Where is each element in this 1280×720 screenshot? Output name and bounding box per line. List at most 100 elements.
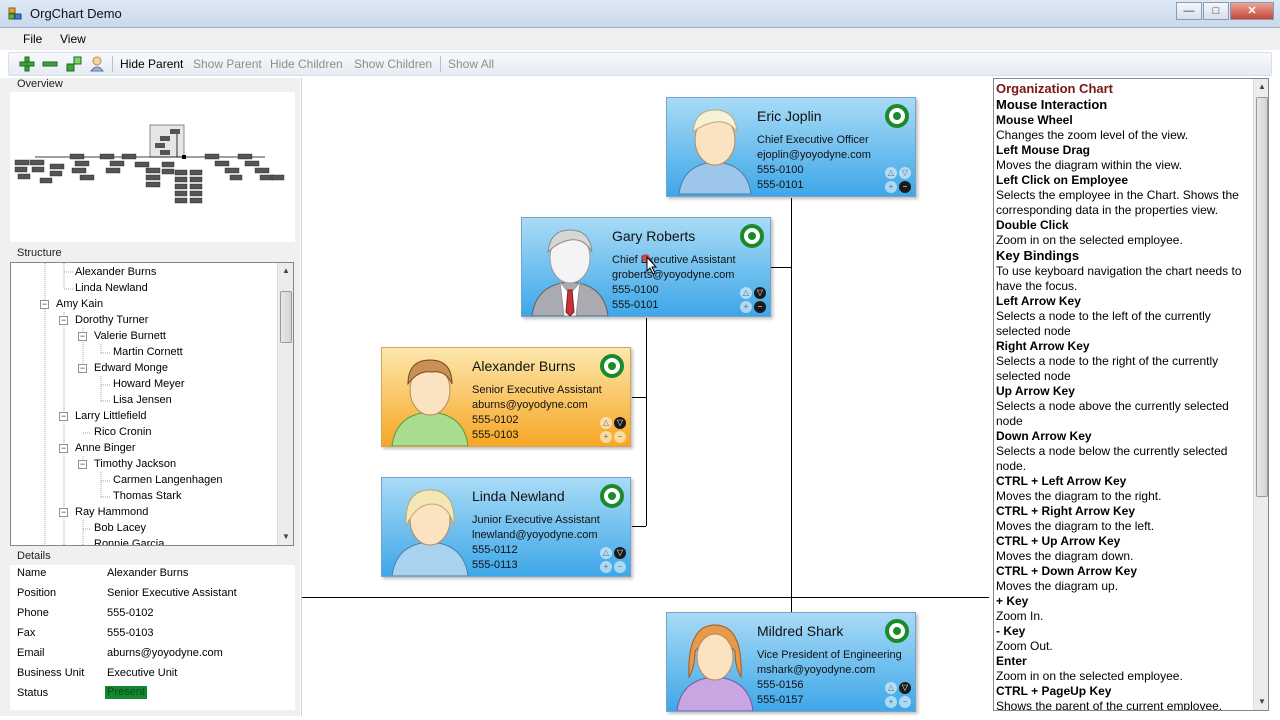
employee-card[interactable]: Linda Newland Junior Executive Assistant… [381, 477, 631, 577]
collapse-node-icon[interactable]: − [899, 181, 911, 193]
expand-node-icon[interactable]: + [885, 696, 897, 708]
scroll-down-icon[interactable]: ▼ [1254, 694, 1268, 710]
tree-node[interactable]: Anne Binger [75, 442, 136, 454]
tree-collapse-toggle[interactable]: − [59, 316, 68, 325]
help-scrollbar[interactable]: ▲ ▼ [1253, 79, 1268, 710]
close-button[interactable]: ✕ [1230, 2, 1274, 20]
tree-node[interactable]: Dorothy Turner [75, 314, 148, 326]
add-icon[interactable] [19, 56, 35, 72]
tree-collapse-toggle[interactable]: − [78, 332, 87, 341]
tree-node[interactable]: Howard Meyer [113, 378, 185, 390]
scroll-thumb[interactable] [1256, 97, 1268, 497]
tree-node[interactable]: Lisa Jensen [113, 394, 172, 406]
show-all-button[interactable]: Show All [448, 57, 494, 71]
tree-collapse-toggle[interactable]: − [59, 412, 68, 421]
expand-node-icon[interactable]: + [600, 561, 612, 573]
org-chart-canvas[interactable]: Eric Joplin Chief Executive Officer ejop… [301, 78, 989, 716]
person-icon[interactable] [89, 56, 105, 72]
show-children-icon[interactable]: ▽ [614, 417, 626, 429]
help-text: Zoom Out. [996, 639, 1053, 653]
show-parent-icon[interactable]: △ [600, 417, 612, 429]
collapse-node-icon[interactable]: − [614, 431, 626, 443]
tree-node[interactable]: Amy Kain [56, 298, 103, 310]
tree-node[interactable]: Alexander Burns [75, 266, 156, 278]
employee-card[interactable]: Eric Joplin Chief Executive Officer ejop… [666, 97, 916, 197]
show-children-icon[interactable]: ▽ [614, 547, 626, 559]
tree-collapse-toggle[interactable]: − [78, 364, 87, 373]
show-children-icon[interactable]: ▽ [754, 287, 766, 299]
tree-node[interactable]: Timothy Jackson [94, 458, 176, 470]
show-children-icon[interactable]: ▽ [899, 167, 911, 179]
tree-collapse-toggle[interactable]: − [40, 300, 49, 309]
person-avatar-icon [391, 359, 469, 446]
menu-view[interactable]: View [60, 32, 86, 46]
minimize-button[interactable]: — [1176, 2, 1202, 20]
target-icon[interactable] [885, 104, 909, 128]
tree-node[interactable]: Carmen Langenhagen [113, 474, 222, 486]
show-children-button[interactable]: Show Children [354, 57, 432, 71]
detail-email-value[interactable]: aburns@yoyodyne.com [107, 647, 223, 659]
tree-node[interactable]: Martin Cornett [113, 346, 183, 358]
scroll-up-icon[interactable]: ▲ [278, 263, 293, 279]
detail-phone-value[interactable]: 555-0102 [107, 607, 154, 619]
employee-phone: 555-0112 [472, 544, 518, 556]
detail-unit-value[interactable]: Executive Unit [107, 667, 177, 679]
remove-icon[interactable] [42, 56, 58, 72]
help-heading: Mouse Interaction [996, 97, 1108, 112]
employee-card[interactable]: Mildred Shark Vice President of Engineer… [666, 612, 916, 712]
help-heading: CTRL + Down Arrow Key [996, 564, 1138, 578]
show-parent-button[interactable]: Show Parent [193, 57, 262, 71]
tree-node[interactable]: Ray Hammond [75, 506, 148, 518]
detail-position-value[interactable]: Senior Executive Assistant [107, 587, 237, 599]
target-icon[interactable] [600, 354, 624, 378]
help-text: Zoom in on the selected employee. [996, 669, 1183, 683]
show-parent-icon[interactable]: △ [885, 167, 897, 179]
target-icon[interactable] [600, 484, 624, 508]
detail-name-value[interactable]: Alexander Burns [107, 567, 188, 579]
structure-scrollbar[interactable]: ▲ ▼ [277, 263, 293, 545]
tree-collapse-toggle[interactable]: − [78, 460, 87, 469]
status-badge[interactable]: Present [105, 686, 147, 699]
show-children-icon[interactable]: ▽ [899, 682, 911, 694]
show-parent-icon[interactable]: △ [740, 287, 752, 299]
hide-children-button[interactable]: Hide Children [270, 57, 343, 71]
collapse-node-icon[interactable]: − [899, 696, 911, 708]
tree-node[interactable]: Ronnie Garcia [94, 538, 164, 545]
target-icon[interactable] [740, 224, 764, 248]
tree-node[interactable]: Valerie Burnett [94, 330, 166, 342]
maximize-button[interactable]: □ [1203, 2, 1229, 20]
show-parent-icon[interactable]: △ [600, 547, 612, 559]
tree-collapse-toggle[interactable]: − [59, 508, 68, 517]
detail-fax-value[interactable]: 555-0103 [107, 627, 154, 639]
hide-parent-button[interactable]: Hide Parent [120, 57, 183, 71]
scroll-down-icon[interactable]: ▼ [278, 529, 293, 545]
collapse-node-icon[interactable]: − [754, 301, 766, 313]
help-panel[interactable]: Organization Chart Mouse Interaction Mouse… [993, 78, 1269, 711]
show-parent-icon[interactable]: △ [885, 682, 897, 694]
tree-node[interactable]: Thomas Stark [113, 490, 181, 502]
detail-name-label: Name [17, 567, 47, 579]
connector-line [771, 267, 791, 268]
expand-icon[interactable] [66, 56, 82, 72]
structure-label: Structure [17, 247, 62, 259]
employee-card-selected[interactable]: Alexander Burns Senior Executive Assista… [381, 347, 631, 447]
collapse-node-icon[interactable]: − [614, 561, 626, 573]
overview-map[interactable] [10, 92, 295, 242]
menu-file[interactable]: File [23, 32, 42, 46]
scroll-thumb[interactable] [280, 291, 292, 343]
tree-collapse-toggle[interactable]: − [59, 444, 68, 453]
expand-node-icon[interactable]: + [740, 301, 752, 313]
menu-bar: File View [0, 28, 1280, 50]
help-text: To use keyboard navigation the chart nee… [996, 264, 1242, 293]
scroll-up-icon[interactable]: ▲ [1254, 79, 1268, 95]
structure-tree[interactable]: Alexander Burns Linda Newland − Amy Kain… [10, 262, 294, 546]
expand-node-icon[interactable]: + [885, 181, 897, 193]
tree-node[interactable]: Rico Cronin [94, 426, 151, 438]
employee-card[interactable]: Gary Roberts Chief Executive Assistant g… [521, 217, 771, 317]
target-icon[interactable] [885, 619, 909, 643]
tree-node[interactable]: Edward Monge [94, 362, 168, 374]
tree-node[interactable]: Bob Lacey [94, 522, 146, 534]
expand-node-icon[interactable]: + [600, 431, 612, 443]
tree-node[interactable]: Larry Littlefield [75, 410, 147, 422]
tree-node[interactable]: Linda Newland [75, 282, 148, 294]
